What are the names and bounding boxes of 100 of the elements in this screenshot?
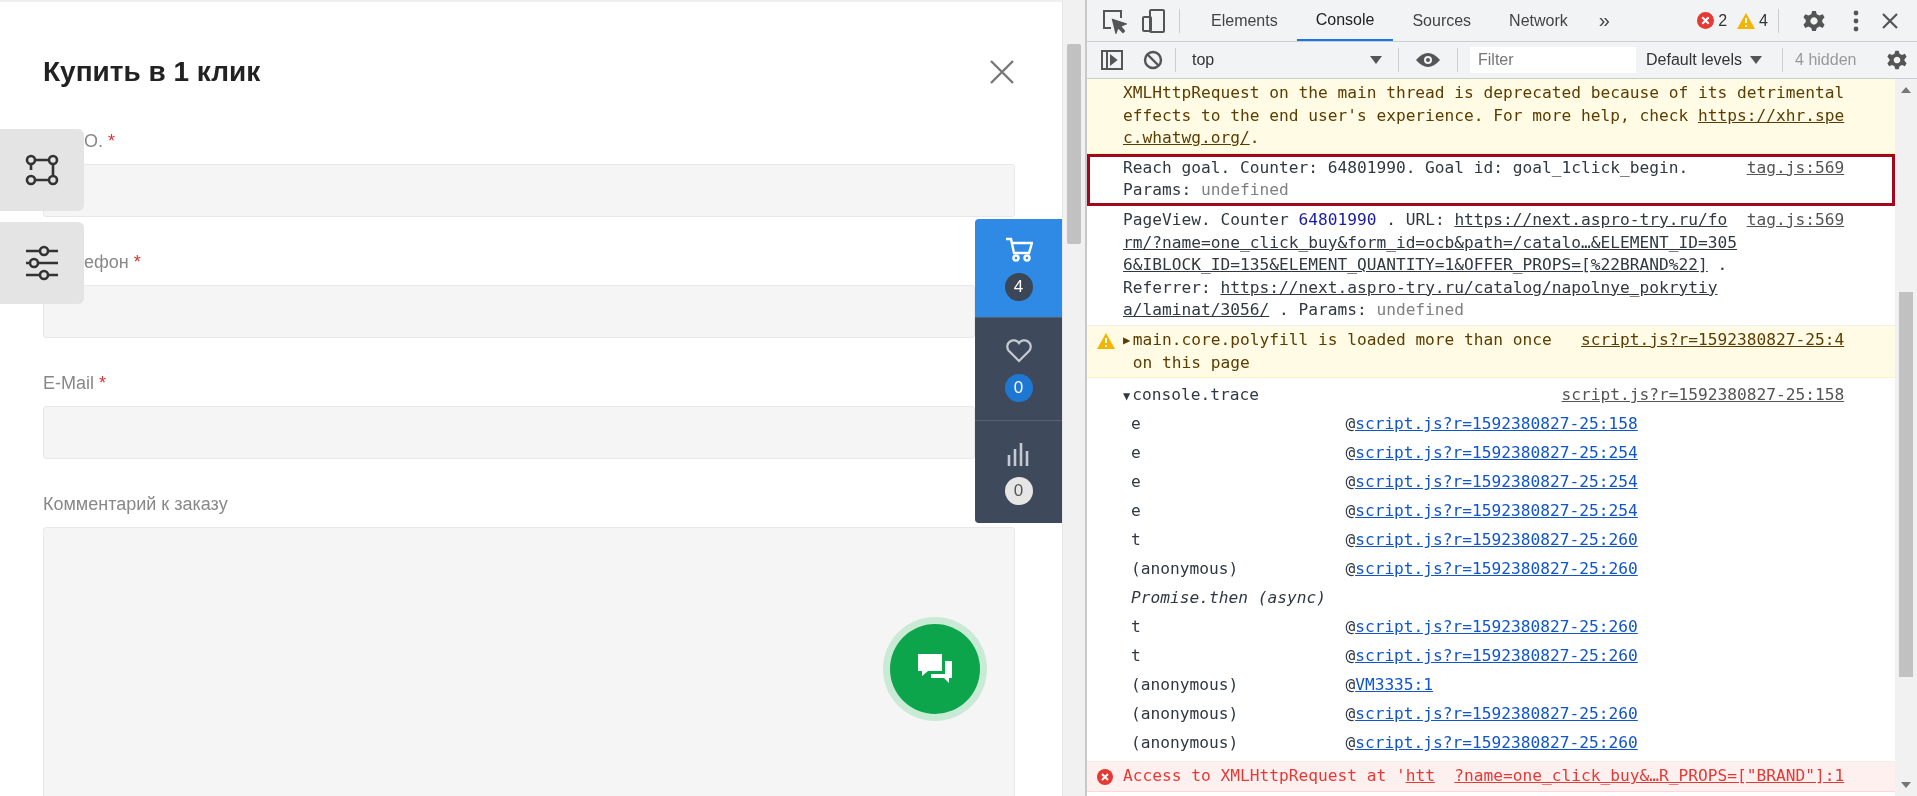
source-link[interactable]: script.js?r=1592380827-25:4 bbox=[1581, 328, 1845, 352]
scroll-up-icon[interactable] bbox=[1901, 87, 1911, 93]
sliders-icon bbox=[24, 243, 60, 283]
message-text: Access to XMLHttpRequest at 'htt bbox=[1123, 765, 1436, 788]
frame-link[interactable]: script.js?r=1592380827-25:260 bbox=[1355, 616, 1638, 639]
close-icon[interactable] bbox=[1881, 11, 1899, 30]
at-sign: @ bbox=[1345, 500, 1356, 523]
field-label: E-Mail bbox=[43, 372, 94, 394]
panel-tab[interactable]: Elements bbox=[1192, 0, 1297, 41]
frame-link[interactable]: VM3335:1 bbox=[1355, 674, 1434, 697]
cart-icon bbox=[1004, 235, 1033, 264]
function-name: e bbox=[1130, 413, 1142, 436]
filter-field[interactable]: Filter bbox=[1470, 47, 1636, 73]
function-name: t bbox=[1130, 645, 1142, 668]
at-sign: @ bbox=[1345, 558, 1356, 581]
at-sign: @ bbox=[1345, 645, 1356, 668]
error-icon bbox=[1697, 12, 1715, 29]
eye-icon[interactable] bbox=[1415, 52, 1441, 68]
function-name: e bbox=[1130, 471, 1142, 494]
clear-icon[interactable] bbox=[1143, 50, 1163, 70]
source-link[interactable]: tag.js:569 bbox=[1746, 156, 1845, 180]
field-label: ефон bbox=[84, 251, 129, 273]
context-select[interactable]: top bbox=[1188, 51, 1386, 69]
trace-title: console.trace bbox=[1132, 384, 1259, 404]
frame-link[interactable]: script.js?r=1592380827-25:260 bbox=[1355, 703, 1638, 726]
function-name: (anonymous) bbox=[1130, 674, 1240, 697]
device-icon[interactable] bbox=[1141, 7, 1167, 34]
at-sign: @ bbox=[1345, 442, 1356, 465]
text-field[interactable] bbox=[43, 164, 1015, 217]
at-sign: @ bbox=[1345, 674, 1356, 697]
frame-link[interactable]: script.js?r=1592380827-25:260 bbox=[1355, 558, 1638, 581]
at-sign: @ bbox=[1345, 703, 1356, 726]
at-sign: @ bbox=[1345, 471, 1356, 494]
at-sign: @ bbox=[1345, 529, 1356, 552]
warning-icon bbox=[1737, 12, 1756, 29]
function-name: (anonymous) bbox=[1130, 558, 1240, 581]
nodes-icon bbox=[24, 152, 60, 188]
source-link[interactable]: script.js?r=1592380827-25:158 bbox=[1561, 384, 1845, 407]
close-icon[interactable] bbox=[989, 59, 1015, 85]
frame-link[interactable]: script.js?r=1592380827-25:254 bbox=[1355, 500, 1638, 523]
at-sign: @ bbox=[1345, 413, 1356, 436]
panel-tab[interactable]: Network bbox=[1490, 0, 1587, 41]
async-label: Promise.then (async) bbox=[1130, 587, 1326, 610]
count-badge: 0 bbox=[1004, 373, 1033, 402]
expand-toggle[interactable]: ▼ bbox=[1123, 388, 1131, 403]
field-label: О. bbox=[84, 130, 103, 152]
function-name: e bbox=[1130, 500, 1142, 523]
caret-icon bbox=[1370, 56, 1382, 64]
widget-tab[interactable]: 0 bbox=[975, 317, 1062, 420]
function-name: t bbox=[1130, 616, 1142, 639]
message-text: XMLHttpRequest on the main thread is deprecated because of its detrimental effects to the end user's experience. For more help, check https://xhr.spec.whatwg.org/. bbox=[1123, 82, 1845, 150]
text-field[interactable] bbox=[43, 285, 975, 338]
hidden-count: 4 hidden bbox=[1795, 51, 1857, 69]
frame-link[interactable]: script.js?r=1592380827-25:260 bbox=[1355, 645, 1638, 668]
scrollbar-thumb[interactable] bbox=[1899, 292, 1913, 677]
error-icon bbox=[1097, 769, 1113, 786]
count-badge: 0 bbox=[1004, 476, 1033, 505]
at-sign: @ bbox=[1345, 732, 1356, 755]
required-mark: * bbox=[99, 372, 107, 394]
inspect-icon[interactable] bbox=[1101, 7, 1127, 34]
source-link[interactable]: ?name=one_click_buy&…R_PROPS=["BRAND"]:1 bbox=[1454, 765, 1845, 788]
message-text: main.core.polyfill is loaded more than once on this page bbox=[1132, 328, 1553, 374]
function-name: t bbox=[1130, 529, 1142, 552]
comment-field[interactable] bbox=[43, 527, 1015, 796]
function-name: (anonymous) bbox=[1130, 732, 1240, 755]
caret-icon bbox=[1750, 56, 1763, 64]
required-mark: * bbox=[108, 130, 116, 152]
sidebar-toggle-icon[interactable] bbox=[1101, 50, 1123, 70]
side-tab[interactable] bbox=[0, 222, 84, 304]
error-count: 2 bbox=[1718, 11, 1728, 30]
function-name: (anonymous) bbox=[1130, 703, 1240, 726]
at-sign: @ bbox=[1345, 616, 1356, 639]
scroll-down-icon[interactable] bbox=[1901, 782, 1911, 788]
widget-tab[interactable]: 0 bbox=[975, 420, 1062, 523]
frame-link[interactable]: script.js?r=1592380827-25:254 bbox=[1355, 471, 1638, 494]
settings-icon[interactable] bbox=[1887, 50, 1907, 70]
widget-tab[interactable]: 4 bbox=[975, 219, 1062, 317]
text-field[interactable] bbox=[43, 406, 975, 459]
message-text: PageView. Counter 64801990 . URL: https://next.aspro-try.ru/form/?name=one_click_buy&form_id=ocb&path=/catalo…&ELEMENT_ID=3056&IBLOCK_ID=135&ELEMENT_QUANTITY=1&OFFER_PROPS=[%22BRAND%22] . Referrer: https://next.aspro-try.ru/catalog/napolnye_pokrytiya/laminat/3056/ . Params: undefined bbox=[1123, 208, 1737, 322]
levels-dropdown[interactable]: Default levels bbox=[1646, 51, 1763, 69]
source-link[interactable]: tag.js:569 bbox=[1746, 208, 1845, 232]
panel-tab[interactable]: Sources bbox=[1393, 0, 1491, 41]
warning-count: 4 bbox=[1759, 11, 1768, 30]
heart-icon bbox=[1004, 336, 1033, 365]
settings-icon[interactable] bbox=[1803, 9, 1825, 32]
more-tabs-button[interactable]: » bbox=[1586, 9, 1622, 32]
count-badge: 4 bbox=[1004, 272, 1033, 301]
message-text: Reach goal. Counter: 64801990. Goal id: goal_1click_begin. Params: undefined bbox=[1123, 156, 1690, 202]
more-icon[interactable] bbox=[1853, 9, 1859, 32]
side-tab[interactable] bbox=[0, 129, 84, 211]
modal-title: Купить в 1 клик bbox=[43, 55, 261, 89]
warning-icon bbox=[1097, 332, 1115, 349]
frame-link[interactable]: script.js?r=1592380827-25:260 bbox=[1355, 529, 1638, 552]
function-name: e bbox=[1130, 442, 1142, 465]
expand-toggle[interactable]: ▶ bbox=[1123, 328, 1131, 352]
frame-link[interactable]: script.js?r=1592380827-25:158 bbox=[1355, 413, 1638, 436]
frame-link[interactable]: script.js?r=1592380827-25:260 bbox=[1355, 732, 1638, 755]
frame-link[interactable]: script.js?r=1592380827-25:254 bbox=[1355, 442, 1638, 465]
field-label: Комментарий к заказу bbox=[43, 493, 228, 515]
required-mark: * bbox=[133, 251, 141, 273]
